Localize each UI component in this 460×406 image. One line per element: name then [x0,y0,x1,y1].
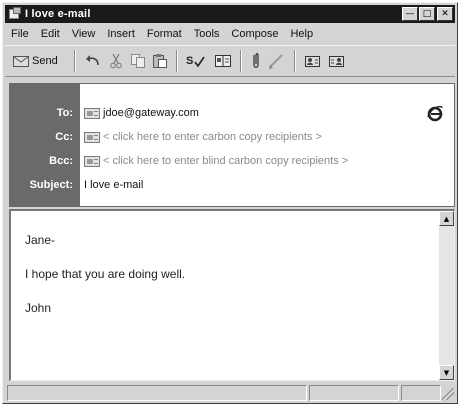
subject-field[interactable]: I love e-mail [84,179,143,191]
address-book-icon [214,53,232,69]
status-panel-secondary [309,385,399,401]
bcc-field[interactable]: < click here to enter blind carbon copy … [103,155,348,167]
attach-button[interactable] [250,49,262,73]
to-field[interactable]: jdoe@gateway.com [103,107,199,119]
cut-icon [108,53,124,69]
menu-format[interactable]: Format [141,28,188,40]
status-bar [7,385,455,401]
send-button[interactable]: Send [9,49,62,73]
cut-button[interactable] [108,49,124,73]
cc-label: Cc: [55,131,73,143]
signature-icon [268,52,286,70]
cc-field[interactable]: < click here to enter carbon copy recipi… [103,131,322,143]
address-book-button[interactable] [214,49,232,73]
select-recipients-icon [328,53,346,69]
browser-logo-icon [426,104,444,125]
toolbar-separator [73,50,76,72]
toolbar-separator [175,50,178,72]
message-header: To: jdoe@gateway.com Cc: < click here to… [9,83,455,207]
paste-button[interactable] [152,49,168,73]
vertical-scrollbar[interactable]: ▲ ▼ [439,211,454,380]
compose-window: I love e-mail — □ ✕ File Edit View Inser… [2,2,458,404]
address-card-icon[interactable] [84,155,100,167]
check-names-button[interactable] [304,49,322,73]
toolbar-separator [239,50,242,72]
message-body-text[interactable]: Jane- I hope that you are doing well. Jo… [25,233,185,335]
copy-button[interactable] [130,49,146,73]
subject-label: Subject: [29,179,73,191]
address-card-icon[interactable] [84,107,100,119]
undo-icon [84,53,102,69]
copy-icon [130,53,146,69]
paste-icon [152,53,168,69]
send-icon [13,55,29,68]
toolbar-separator [293,50,296,72]
status-panel-main [7,385,307,401]
menu-insert[interactable]: Insert [101,28,141,40]
menu-tools[interactable]: Tools [188,28,226,40]
subject-row: Subject: I love e-mail [10,176,454,194]
menu-bar: File Edit View Insert Format Tools Compo… [5,25,455,43]
body-line-signature: John [25,301,52,315]
title-bar[interactable]: I love e-mail — □ ✕ [5,5,455,23]
compose-message-icon [8,7,22,21]
to-label: To: [56,107,73,119]
menu-edit[interactable]: Edit [35,28,66,40]
spelling-button[interactable]: S [186,49,208,73]
bcc-row: Bcc: < click here to enter blind carbon … [10,152,454,170]
body-line-message: I hope that you are doing well. [25,267,186,281]
resize-grip[interactable] [442,388,454,400]
bcc-label: Bcc: [49,155,73,167]
menu-help[interactable]: Help [284,28,319,40]
svg-text:S: S [186,55,193,67]
body-line-greeting: Jane- [25,233,56,247]
check-names-icon [304,53,322,69]
scroll-up-button[interactable]: ▲ [439,211,454,226]
menu-view[interactable]: View [66,28,102,40]
send-label: Send [32,55,58,67]
status-panel-tertiary [401,385,441,401]
to-row: To: jdoe@gateway.com [10,104,454,122]
menu-compose[interactable]: Compose [225,28,284,40]
signature-button[interactable] [268,49,286,73]
attach-icon [250,52,262,70]
undo-button[interactable] [84,49,102,73]
message-body[interactable]: Jane- I hope that you are doing well. Jo… [9,209,455,381]
select-recipients-button[interactable] [328,49,346,73]
cc-row: Cc: < click here to enter carbon copy re… [10,128,454,146]
scroll-down-button[interactable]: ▼ [439,365,454,380]
spelling-icon: S [186,53,208,69]
minimize-button[interactable]: — [402,7,418,21]
menu-file[interactable]: File [5,28,35,40]
toolbar: Send S [5,45,455,77]
close-button[interactable]: ✕ [437,7,453,21]
address-card-icon[interactable] [84,131,100,143]
window-title: I love e-mail [25,8,91,20]
maximize-button[interactable]: □ [419,7,435,21]
